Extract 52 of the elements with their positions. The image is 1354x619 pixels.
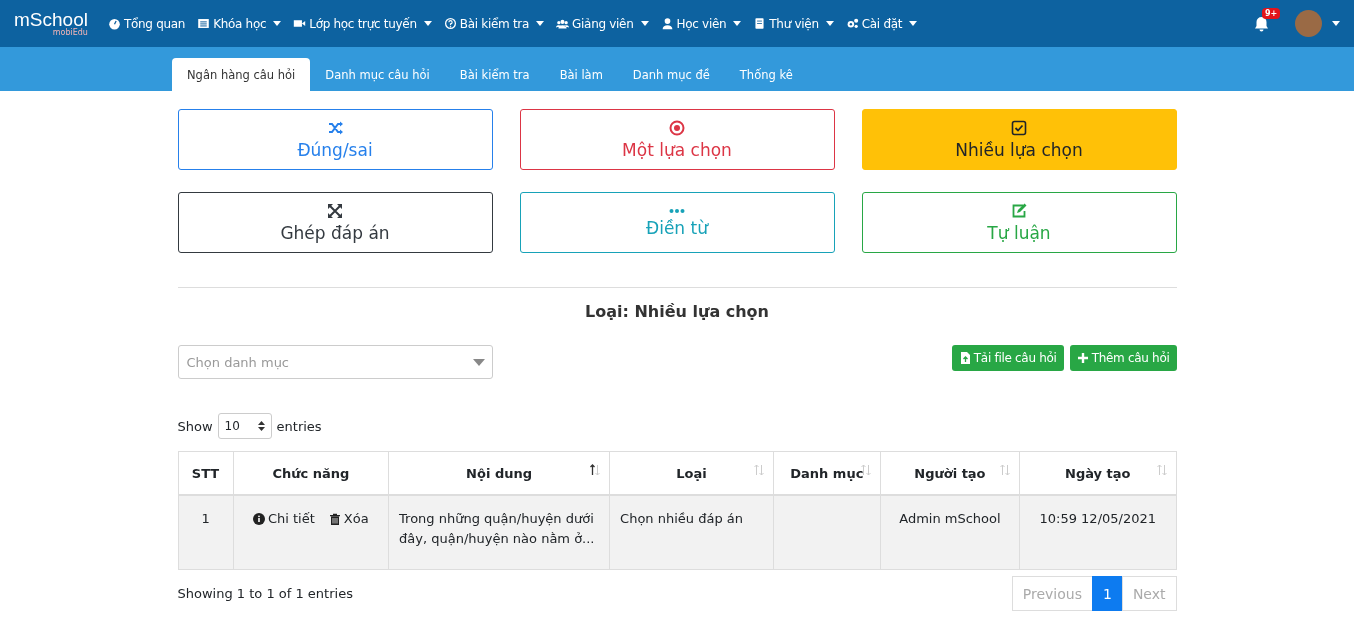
nav-menu-item[interactable]: Tổng quan [101, 16, 192, 31]
question-type: Chọn nhiều đáp án [620, 511, 743, 526]
info-icon [252, 513, 265, 525]
notification-badge: 9+ [1262, 7, 1281, 19]
nav-menu-item[interactable]: Cài đặt [839, 16, 924, 31]
bell-icon[interactable] [1253, 15, 1269, 32]
user-icon [660, 17, 674, 30]
file-upload-icon [958, 352, 971, 364]
plus-icon [1076, 352, 1089, 364]
entries-label: entries [276, 418, 322, 434]
edit-icon [1011, 202, 1027, 219]
page-length-select[interactable]: 10 [217, 413, 272, 439]
logo-text[interactable]: mSchool [14, 10, 88, 29]
expand-arrows-icon [327, 202, 343, 219]
delete-link[interactable]: Xóa [328, 509, 369, 529]
question-type-button[interactable]: Một lựa chọn [519, 109, 835, 170]
tab[interactable]: Ngân hàng câu hỏi [172, 58, 311, 91]
shuffle-icon [327, 119, 343, 136]
question-type-button[interactable]: Nhiều lựa chọn [861, 109, 1177, 170]
nav-menu-item[interactable]: Lớp học trực tuyến [287, 16, 438, 31]
radio-dot-icon [669, 119, 685, 136]
nav-menu-item[interactable]: Học viên [654, 16, 748, 31]
question-circle-icon [443, 17, 457, 30]
nav-menu-item[interactable]: Thư viện [747, 16, 840, 31]
caret-icon[interactable] [472, 359, 485, 366]
video-camera-icon [293, 17, 307, 30]
question-type-button[interactable]: Đúng/sai [177, 109, 493, 170]
category-select[interactable]: Chọn danh mục [177, 345, 493, 379]
caret-icon[interactable] [1332, 21, 1340, 26]
logo-subtext: mobiEdu [51, 29, 88, 37]
up-down-arrows-icon [257, 421, 265, 431]
detail-link[interactable]: Chi tiết [252, 509, 315, 529]
checkbox-icon [1011, 119, 1027, 136]
nav-menu-item[interactable]: Bài kiểm tra [437, 16, 551, 31]
show-label: Show [177, 418, 213, 434]
type-heading: Loại: Nhiều lựa chọn [584, 302, 770, 321]
question-type-button[interactable]: Ghép đáp án [177, 192, 493, 253]
table-info: Showing 1 to 1 of 1 entries [177, 586, 353, 601]
nav-menu-item[interactable]: Giảng viên [550, 16, 655, 31]
gauge-icon [107, 17, 121, 30]
nav-menu-item[interactable]: Khóa học [191, 16, 288, 31]
creator-name: Admin mSchool [899, 511, 1001, 526]
created-date: 10:59 12/05/2021 [1039, 511, 1157, 526]
book-icon [753, 17, 767, 30]
row-number: 1 [201, 511, 210, 526]
pagination-button[interactable]: 1 [1091, 576, 1123, 611]
list-icon [197, 17, 211, 30]
question-content: Trong những quận/huyện dưới đây, quận/huyện nào nằm ở... [399, 511, 595, 546]
ellipsis-icon [669, 207, 685, 214]
users-icon [556, 17, 570, 30]
gears-icon [845, 17, 859, 30]
trash-icon [328, 513, 341, 525]
